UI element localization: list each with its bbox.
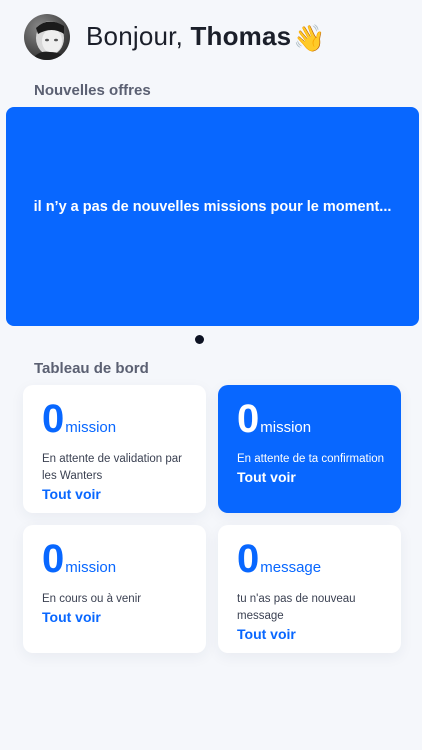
- see-all-link[interactable]: Tout voir: [42, 609, 101, 625]
- dashboard-section-title: Tableau de bord: [34, 360, 149, 377]
- card-count: 0: [237, 397, 260, 441]
- avatar-photo: [24, 14, 70, 60]
- greeting: Bonjour, Thomas👋: [86, 21, 326, 54]
- card-count-row: 0 mission: [42, 399, 194, 443]
- waving-hand-icon: 👋: [293, 22, 326, 53]
- see-all-link[interactable]: Tout voir: [237, 469, 296, 485]
- header: Bonjour, Thomas👋: [24, 14, 326, 60]
- offers-carousel[interactable]: il n’y a pas de nouvelles missions pour …: [6, 107, 419, 326]
- card-description: tu n'as pas de nouveau message: [237, 593, 356, 622]
- dashboard-card-pending-confirmation[interactable]: 0 mission En attente de ta confirmation …: [218, 385, 401, 513]
- card-description: En attente de validation par les Wanters: [42, 453, 183, 482]
- card-unit: mission: [260, 419, 312, 436]
- dashboard-card-pending-validation[interactable]: 0 mission En attente de validation par l…: [23, 385, 206, 513]
- offers-empty-message: il n’y a pas de nouvelles missions pour …: [33, 198, 392, 215]
- card-count: 0: [237, 537, 260, 581]
- offers-section-title: Nouvelles offres: [34, 82, 151, 99]
- card-unit: message: [260, 559, 322, 576]
- avatar[interactable]: [24, 14, 70, 60]
- card-count-row: 0 message: [237, 539, 389, 583]
- see-all-link[interactable]: Tout voir: [237, 626, 296, 642]
- card-description: En attente de ta confirmation: [237, 453, 385, 465]
- dashboard-card-messages[interactable]: 0 message tu n'as pas de nouveau message…: [218, 525, 401, 653]
- card-unit: mission: [65, 419, 117, 436]
- card-count-row: 0 mission: [237, 399, 389, 443]
- see-all-link[interactable]: Tout voir: [42, 486, 101, 502]
- dashboard-card-ongoing[interactable]: 0 mission En cours ou à venir Tout voir: [23, 525, 206, 653]
- card-unit: mission: [65, 559, 117, 576]
- card-count: 0: [42, 397, 65, 441]
- card-description: En cours ou à venir: [42, 593, 142, 605]
- carousel-page-indicator[interactable]: [195, 335, 204, 344]
- greeting-prefix: Bonjour,: [86, 20, 191, 51]
- card-count: 0: [42, 537, 65, 581]
- user-name: Thomas: [190, 20, 292, 51]
- card-count-row: 0 mission: [42, 539, 194, 583]
